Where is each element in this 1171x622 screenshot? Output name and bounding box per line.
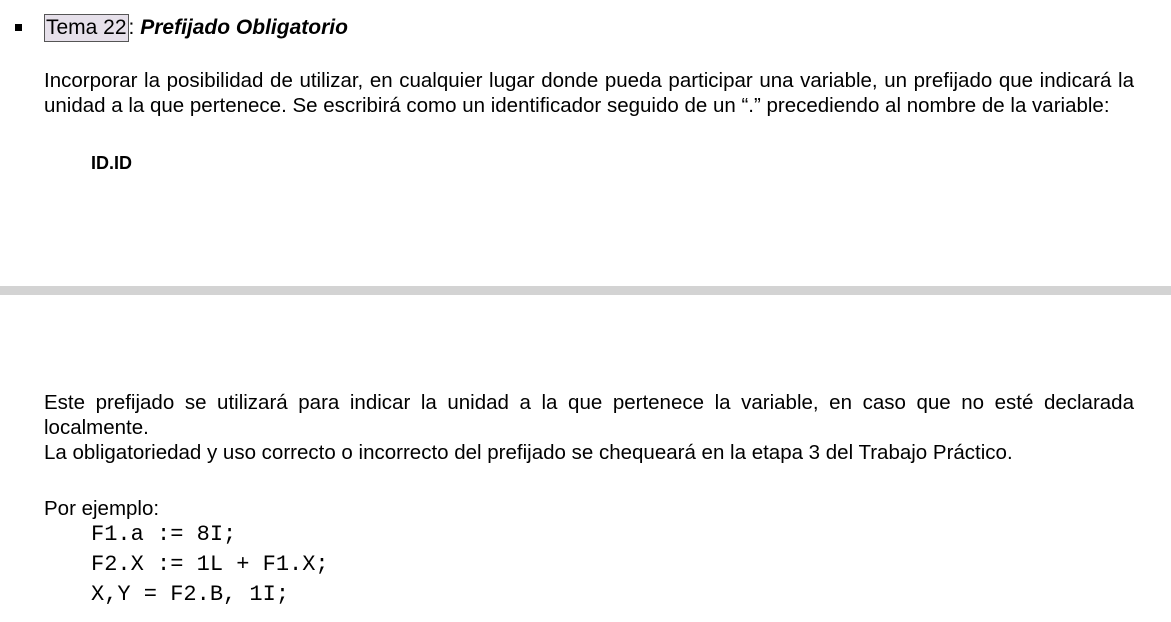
intro-paragraph: Incorporar la posibilidad de utilizar, e… <box>44 69 1134 117</box>
code-line: F1.a := 8I; <box>91 522 237 547</box>
square-bullet-icon <box>15 24 22 31</box>
usage-paragraph: Este prefijado se utilizará para indicar… <box>44 391 1134 439</box>
code-line: F2.X := 1L + F1.X; <box>91 552 329 577</box>
tema-label[interactable]: Tema 22 <box>44 14 129 42</box>
heading-separator: : <box>128 16 135 39</box>
page-break-divider <box>0 286 1171 295</box>
syntax-line: ID.ID <box>91 153 133 173</box>
check-paragraph: La obligatoriedad y uso correcto o incor… <box>44 441 1013 464</box>
code-line: X,Y = F2.B, 1I; <box>91 582 290 607</box>
example-label: Por ejemplo: <box>44 497 160 520</box>
section-heading: Tema 22: Prefijado Obligatorio <box>44 14 348 42</box>
heading-subject: Prefijado Obligatorio <box>140 16 348 39</box>
document-page-1: Tema 22: Prefijado Obligatorio Incorpora… <box>0 0 1171 286</box>
